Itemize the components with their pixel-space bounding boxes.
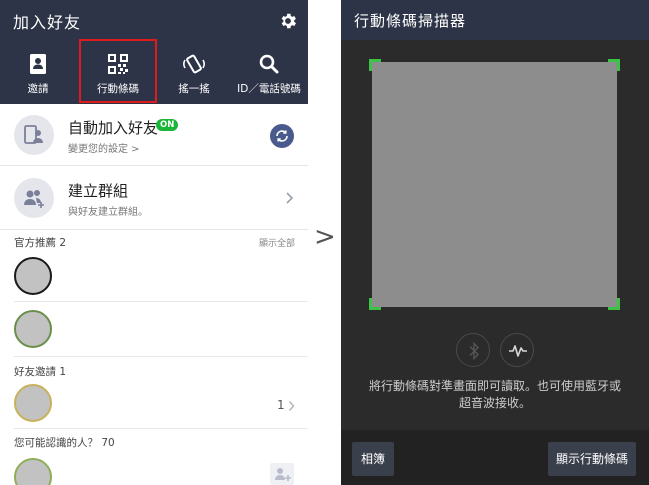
group-add-icon [24,190,44,208]
header: 加入好友 邀請 行動條碼 搖一搖 ID／電話號碼 [0,0,308,104]
maybe-know-section-header: 您可能認識的人？ 70 [0,432,308,452]
auto-add-subtitle[interactable]: 變更您的設定 > [68,140,140,155]
scan-instructions-line2: 超音波接收。 [458,396,531,410]
official-label: 官方推薦 2 [14,237,67,249]
official-avatar-1[interactable] [14,257,52,295]
show-qr-code-button[interactable]: 顯示行動條碼 [548,442,636,476]
invites-label: 好友邀請 1 [14,366,67,378]
sync-icon [276,130,288,142]
official-avatar-2[interactable] [14,310,52,348]
tab-label: ID／電話號碼 [237,83,301,95]
add-friends-screen: 加入好友 邀請 行動條碼 搖一搖 ID／電話號碼 自動加入好友 ON 變更您的設… [0,0,308,485]
header: 行動條碼掃描器 [341,0,649,40]
auto-add-friends-row[interactable]: 自動加入好友 ON 變更您的設定 > [0,104,308,166]
soundwave-icon [509,345,527,357]
tab-shake[interactable]: 搖一搖 [168,50,220,100]
corner-marker [608,59,620,71]
divider [14,356,308,357]
transition-arrow: > [314,222,336,252]
chevron-right-icon [286,192,294,204]
qr-scanner-screen: 行動條碼掃描器 將行動條碼對準畫面即可讀取。也可使用藍牙或 超音波接收。 相簿 … [341,0,649,485]
ultrasonic-button[interactable] [500,333,534,367]
tab-label: 搖一搖 [178,83,210,95]
tab-id-phone-search[interactable]: ID／電話號碼 [236,50,302,100]
tab-invite[interactable]: 邀請 [14,50,62,100]
add-person-icon [275,468,291,481]
divider [14,301,308,302]
search-icon [259,54,279,74]
invites-section-header: 好友邀請 1 [0,361,308,381]
contact-book-icon [30,54,46,74]
bluetooth-icon [469,341,479,361]
chevron-right-icon [288,401,295,411]
album-button[interactable]: 相簿 [352,442,394,476]
corner-marker [369,298,381,310]
bluetooth-button[interactable] [456,333,490,367]
scan-instructions: 將行動條碼對準畫面即可讀取。也可使用藍牙或 超音波接收。 [341,378,649,412]
sync-button[interactable] [270,124,294,148]
on-badge: ON [156,119,179,131]
create-group-subtitle: 與好友建立群組。 [68,207,148,218]
create-group-row[interactable]: 建立群組 與好友建立群組。 [0,166,308,230]
auto-add-icon [24,125,43,144]
page-title: 加入好友 [13,13,82,32]
corner-marker [369,59,381,71]
page-title: 行動條碼掃描器 [354,12,467,30]
suggested-avatar[interactable] [14,458,52,485]
tab-label: 邀請 [27,83,49,95]
highlight-annotation [79,39,157,103]
shake-phone-icon [183,54,205,74]
create-group-title: 建立群組 [68,182,129,200]
scan-instructions-line1: 將行動條碼對準畫面即可讀取。也可使用藍牙或 [368,379,621,393]
official-section-header: 官方推薦 2 顯示全部 [0,232,308,252]
bottom-bar: 相簿 顯示行動條碼 [341,430,649,485]
auto-add-avatar [14,115,54,155]
screenshot-root: 加入好友 邀請 行動條碼 搖一搖 ID／電話號碼 自動加入好友 ON 變更您的設… [0,0,649,485]
maybe-know-label: 您可能認識的人？ 70 [14,437,115,449]
auto-add-title: 自動加入好友 [68,119,159,137]
invite-count: 1 [277,398,285,412]
invite-avatar[interactable] [14,384,52,422]
scan-viewfinder [369,59,620,310]
add-friend-button[interactable] [270,463,294,485]
gear-icon[interactable] [278,11,298,31]
camera-preview: 將行動條碼對準畫面即可讀取。也可使用藍牙或 超音波接收。 [341,40,649,430]
divider [14,428,308,429]
corner-marker [608,298,620,310]
create-group-avatar [14,178,54,218]
show-all-link[interactable]: 顯示全部 [259,236,295,249]
